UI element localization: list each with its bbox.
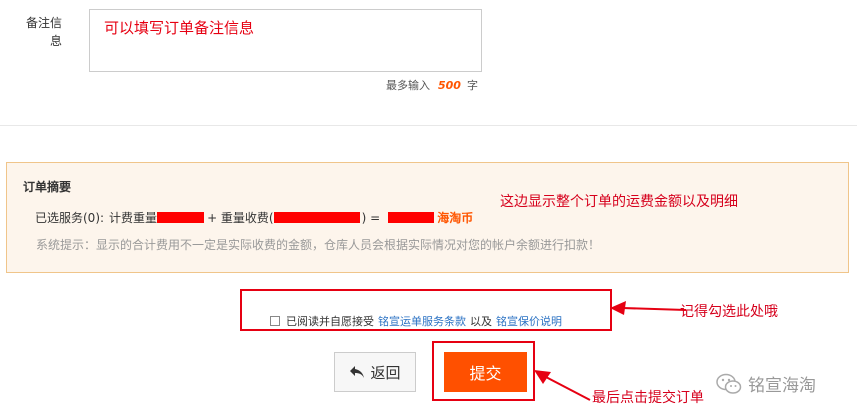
submit-button[interactable]: 提交 xyxy=(444,352,527,392)
redacted-fee-detail xyxy=(273,212,360,223)
submit-button-label: 提交 xyxy=(469,364,502,383)
remark-textarea[interactable]: 可以填写订单备注信息 xyxy=(89,9,482,72)
max-input-suffix: 字 xyxy=(466,79,478,92)
summary-annotation: 这边显示整个订单的运费金额以及明细 xyxy=(500,194,738,210)
agreement-and: 以及 xyxy=(470,315,492,328)
back-button-label: 返回 xyxy=(370,363,401,382)
wechat-icon xyxy=(716,373,742,394)
order-summary-line: 已选服务(0): 计费重量 + 重量收费( ) = 海淘币 xyxy=(35,209,473,226)
redacted-total xyxy=(388,212,435,223)
agreement-checkbox[interactable] xyxy=(270,316,280,326)
agreement-row: 已阅读并自愿接受 铭宣运单服务条款 以及 铭宣保价说明 xyxy=(270,313,566,329)
selected-services: 已选服务(0): xyxy=(35,211,105,225)
currency-label: 海淘币 xyxy=(437,211,474,225)
back-arrow-icon xyxy=(350,366,365,378)
weight-fee-label: + 重量收费( xyxy=(207,211,274,225)
back-button[interactable]: 返回 xyxy=(334,352,416,392)
redacted-weight xyxy=(157,212,205,223)
insurance-link[interactable]: 铭宣保价说明 xyxy=(496,313,562,329)
agreement-annotation: 记得勾选此处哦 xyxy=(680,304,778,320)
submit-annotation: 最后点击提交订单 xyxy=(592,390,704,406)
billing-weight-label: 计费重量 xyxy=(109,211,158,225)
max-input-hint: 最多输入 500 字 xyxy=(386,77,478,93)
equals-label: ) = xyxy=(361,210,381,225)
agreement-prefix: 已阅读并自愿接受 xyxy=(286,315,374,328)
order-summary-title: 订单摘要 xyxy=(23,180,72,194)
max-input-value: 500 xyxy=(438,79,461,92)
service-terms-link[interactable]: 铭宣运单服务条款 xyxy=(378,313,466,329)
submit-arrow-icon xyxy=(534,370,591,401)
watermark-text: 铭宣海淘 xyxy=(748,376,816,396)
annotation-arrow-icon xyxy=(610,301,687,315)
watermark: 铭宣海淘 xyxy=(716,371,816,396)
section-divider xyxy=(0,125,857,126)
remark-label: 备注信息 xyxy=(25,16,62,48)
max-input-prefix: 最多输入 xyxy=(386,79,430,92)
system-tip: 系统提示：显示的合计费用不一定是实际收费的金额，仓库人员会根据实际情况对您的帐户… xyxy=(36,238,601,252)
